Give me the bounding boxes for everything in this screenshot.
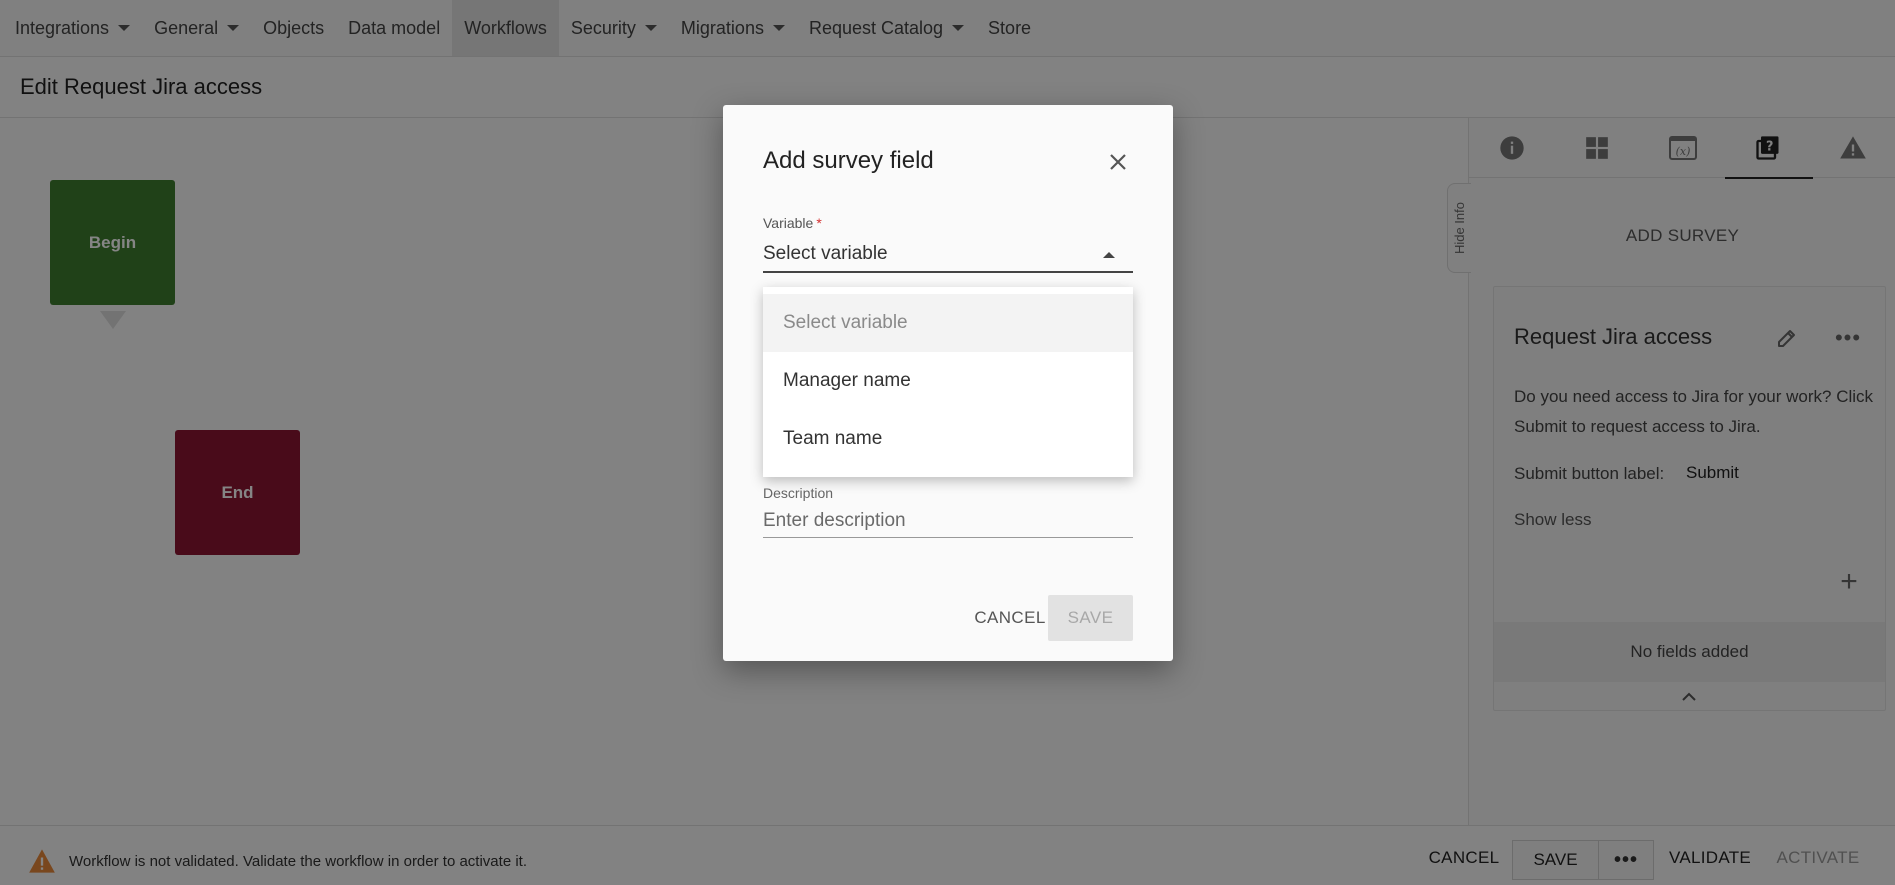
dialog-save-button: SAVE [1048,595,1133,641]
dialog-close-button[interactable] [1103,147,1133,177]
menu-item-select-variable[interactable]: Select variable [763,294,1133,352]
variable-label-text: Variable [763,215,814,231]
chevron-up-icon [1103,252,1115,258]
menu-item-manager-name[interactable]: Manager name [763,352,1133,410]
description-input[interactable] [763,504,1133,538]
variable-select-value: Select variable [763,243,888,264]
variable-select[interactable]: Select variable [763,237,1133,273]
variable-label: Variable * [763,215,822,231]
required-marker: * [816,215,822,231]
description-label: Description [763,485,834,501]
variable-dropdown-menu: Select variable Manager name Team name [763,287,1133,477]
menu-item-team-name[interactable]: Team name [763,410,1133,468]
dialog-title: Add survey field [763,147,934,174]
close-icon [1110,154,1126,170]
